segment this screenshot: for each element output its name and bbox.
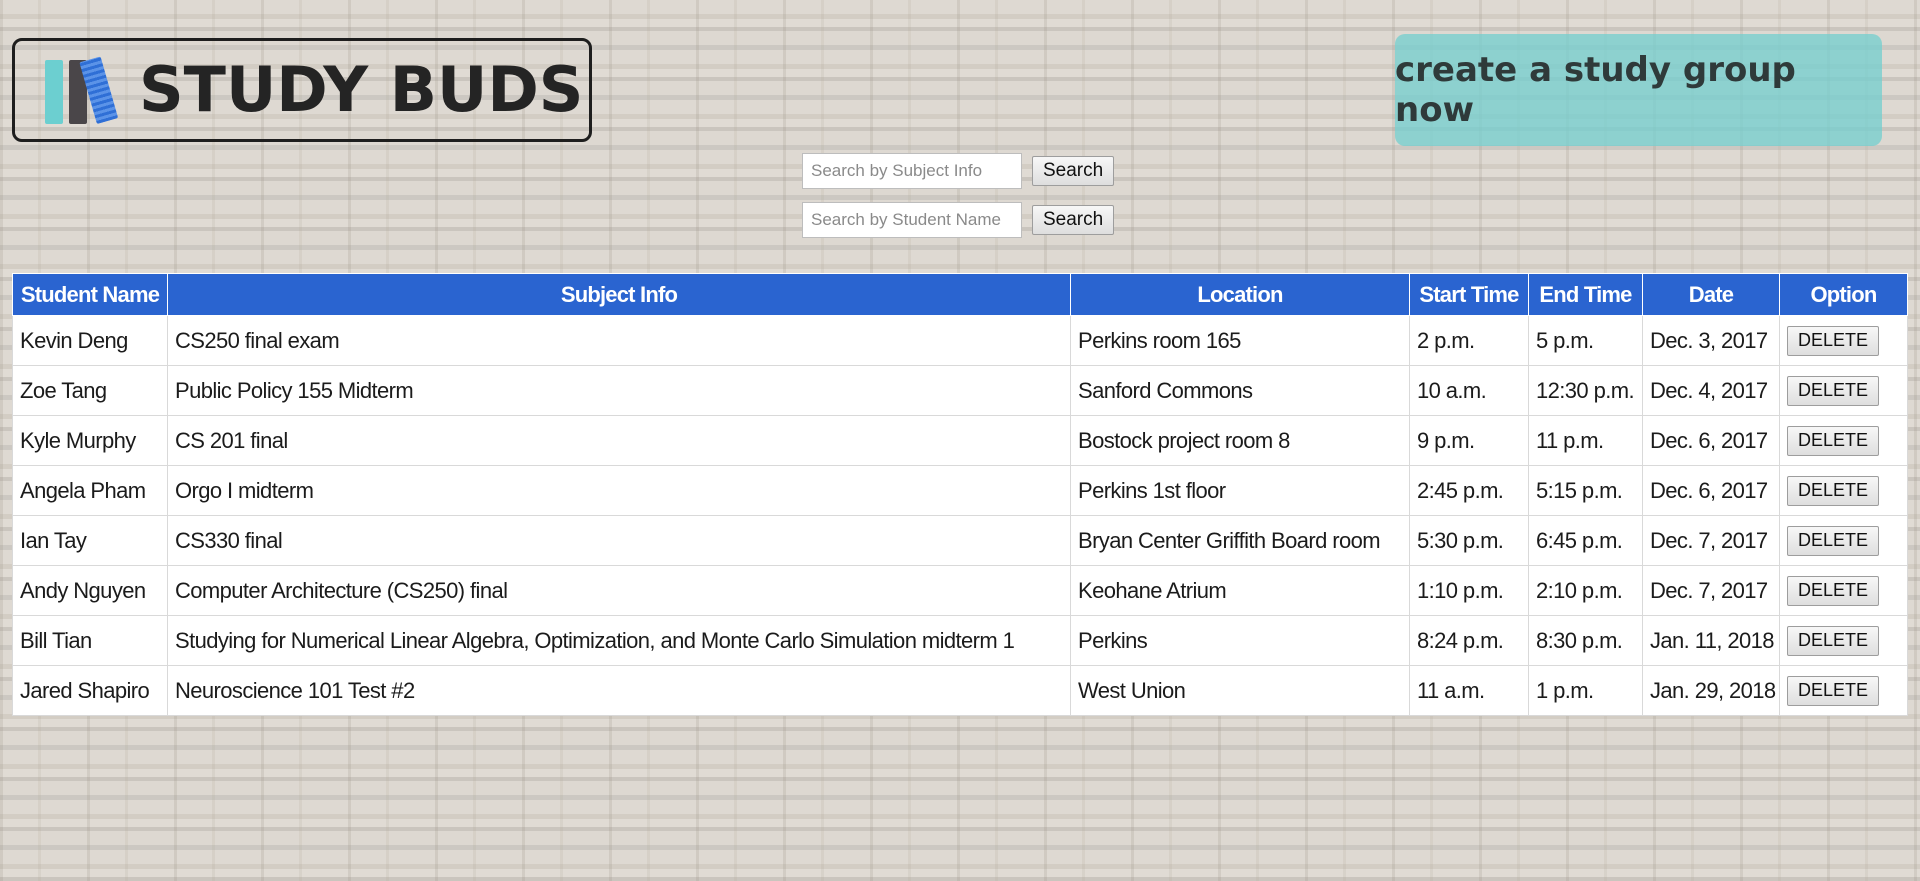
table-row: Zoe Tang Public Policy 155 Midterm Sanfo… <box>12 365 1908 416</box>
books-icon <box>41 54 133 126</box>
column-header-end-time: End Time <box>1528 273 1643 316</box>
cell-student-name: Zoe Tang <box>12 365 168 416</box>
cell-subject-info: Studying for Numerical Linear Algebra, O… <box>167 615 1071 666</box>
cell-option: DELETE <box>1779 315 1908 366</box>
logo-text: STUDY BUDS <box>139 53 584 126</box>
study-groups-table-container: Student Name Subject Info Location Start… <box>12 273 1908 716</box>
cell-subject-info: Computer Architecture (CS250) final <box>167 565 1071 616</box>
column-header-location: Location <box>1070 273 1410 316</box>
delete-button[interactable]: DELETE <box>1787 375 1880 406</box>
cell-location: Perkins room 165 <box>1070 315 1410 366</box>
table-row: Jared Shapiro Neuroscience 101 Test #2 W… <box>12 665 1908 716</box>
cell-date: Dec. 7, 2017 <box>1642 565 1780 616</box>
cell-location: Perkins 1st floor <box>1070 465 1410 516</box>
cell-start-time: 2:45 p.m. <box>1409 465 1529 516</box>
cell-student-name: Andy Nguyen <box>12 565 168 616</box>
column-header-date: Date <box>1642 273 1780 316</box>
table-row: Ian Tay CS330 final Bryan Center Griffit… <box>12 515 1908 566</box>
table-row: Bill Tian Studying for Numerical Linear … <box>12 615 1908 666</box>
logo: STUDY BUDS <box>12 38 592 142</box>
column-header-start-time: Start Time <box>1409 273 1529 316</box>
table-header-row: Student Name Subject Info Location Start… <box>12 273 1908 316</box>
cell-student-name: Kevin Deng <box>12 315 168 366</box>
column-header-option: Option <box>1779 273 1908 316</box>
cell-location: Sanford Commons <box>1070 365 1410 416</box>
cell-location: Bryan Center Griffith Board room <box>1070 515 1410 566</box>
cell-subject-info: Orgo I midterm <box>167 465 1071 516</box>
table-row: Angela Pham Orgo I midterm Perkins 1st f… <box>12 465 1908 516</box>
cell-start-time: 1:10 p.m. <box>1409 565 1529 616</box>
cell-student-name: Bill Tian <box>12 615 168 666</box>
cell-subject-info: Public Policy 155 Midterm <box>167 365 1071 416</box>
cell-subject-info: CS330 final <box>167 515 1071 566</box>
delete-button[interactable]: DELETE <box>1787 475 1880 506</box>
cell-end-time: 5 p.m. <box>1528 315 1643 366</box>
cell-location: Keohane Atrium <box>1070 565 1410 616</box>
delete-button[interactable]: DELETE <box>1787 625 1880 656</box>
cell-end-time: 2:10 p.m. <box>1528 565 1643 616</box>
cell-start-time: 2 p.m. <box>1409 315 1529 366</box>
cell-date: Dec. 6, 2017 <box>1642 415 1780 466</box>
create-study-group-button[interactable]: create a study group now <box>1395 34 1882 146</box>
cell-student-name: Ian Tay <box>12 515 168 566</box>
cell-date: Dec. 3, 2017 <box>1642 315 1780 366</box>
table-row: Andy Nguyen Computer Architecture (CS250… <box>12 565 1908 616</box>
cell-start-time: 11 a.m. <box>1409 665 1529 716</box>
cell-end-time: 5:15 p.m. <box>1528 465 1643 516</box>
cell-option: DELETE <box>1779 415 1908 466</box>
study-groups-table: Student Name Subject Info Location Start… <box>12 273 1908 716</box>
table-row: Kyle Murphy CS 201 final Bostock project… <box>12 415 1908 466</box>
cell-end-time: 1 p.m. <box>1528 665 1643 716</box>
student-search-input[interactable] <box>802 202 1022 238</box>
book-teal <box>45 60 63 124</box>
cell-option: DELETE <box>1779 615 1908 666</box>
cell-start-time: 9 p.m. <box>1409 415 1529 466</box>
subject-search-input[interactable] <box>802 153 1022 189</box>
cell-subject-info: CS 201 final <box>167 415 1071 466</box>
subject-search-button[interactable]: Search <box>1032 156 1115 186</box>
table-row: Kevin Deng CS250 final exam Perkins room… <box>12 315 1908 366</box>
cell-option: DELETE <box>1779 565 1908 616</box>
cell-subject-info: CS250 final exam <box>167 315 1071 366</box>
cell-location: West Union <box>1070 665 1410 716</box>
delete-button[interactable]: DELETE <box>1787 525 1880 556</box>
cell-option: DELETE <box>1779 365 1908 416</box>
delete-button[interactable]: DELETE <box>1787 425 1880 456</box>
student-search-row: Search <box>802 202 1115 238</box>
cell-location: Perkins <box>1070 615 1410 666</box>
cell-start-time: 8:24 p.m. <box>1409 615 1529 666</box>
delete-button[interactable]: DELETE <box>1787 675 1880 706</box>
subject-search-row: Search <box>802 153 1115 189</box>
cell-student-name: Angela Pham <box>12 465 168 516</box>
cell-option: DELETE <box>1779 465 1908 516</box>
cell-date: Jan. 29, 2018 <box>1642 665 1780 716</box>
cell-date: Dec. 4, 2017 <box>1642 365 1780 416</box>
cell-option: DELETE <box>1779 515 1908 566</box>
cell-date: Jan. 11, 2018 <box>1642 615 1780 666</box>
cell-subject-info: Neuroscience 101 Test #2 <box>167 665 1071 716</box>
cell-start-time: 10 a.m. <box>1409 365 1529 416</box>
column-header-student-name: Student Name <box>12 273 168 316</box>
cell-location: Bostock project room 8 <box>1070 415 1410 466</box>
cell-student-name: Jared Shapiro <box>12 665 168 716</box>
delete-button[interactable]: DELETE <box>1787 575 1880 606</box>
cell-date: Dec. 7, 2017 <box>1642 515 1780 566</box>
cell-student-name: Kyle Murphy <box>12 415 168 466</box>
cell-end-time: 8:30 p.m. <box>1528 615 1643 666</box>
column-header-subject-info: Subject Info <box>167 273 1071 316</box>
cell-end-time: 6:45 p.m. <box>1528 515 1643 566</box>
cell-date: Dec. 6, 2017 <box>1642 465 1780 516</box>
cell-start-time: 5:30 p.m. <box>1409 515 1529 566</box>
cell-end-time: 12:30 p.m. <box>1528 365 1643 416</box>
delete-button[interactable]: DELETE <box>1787 325 1880 356</box>
student-search-button[interactable]: Search <box>1032 205 1115 235</box>
cell-end-time: 11 p.m. <box>1528 415 1643 466</box>
cell-option: DELETE <box>1779 665 1908 716</box>
